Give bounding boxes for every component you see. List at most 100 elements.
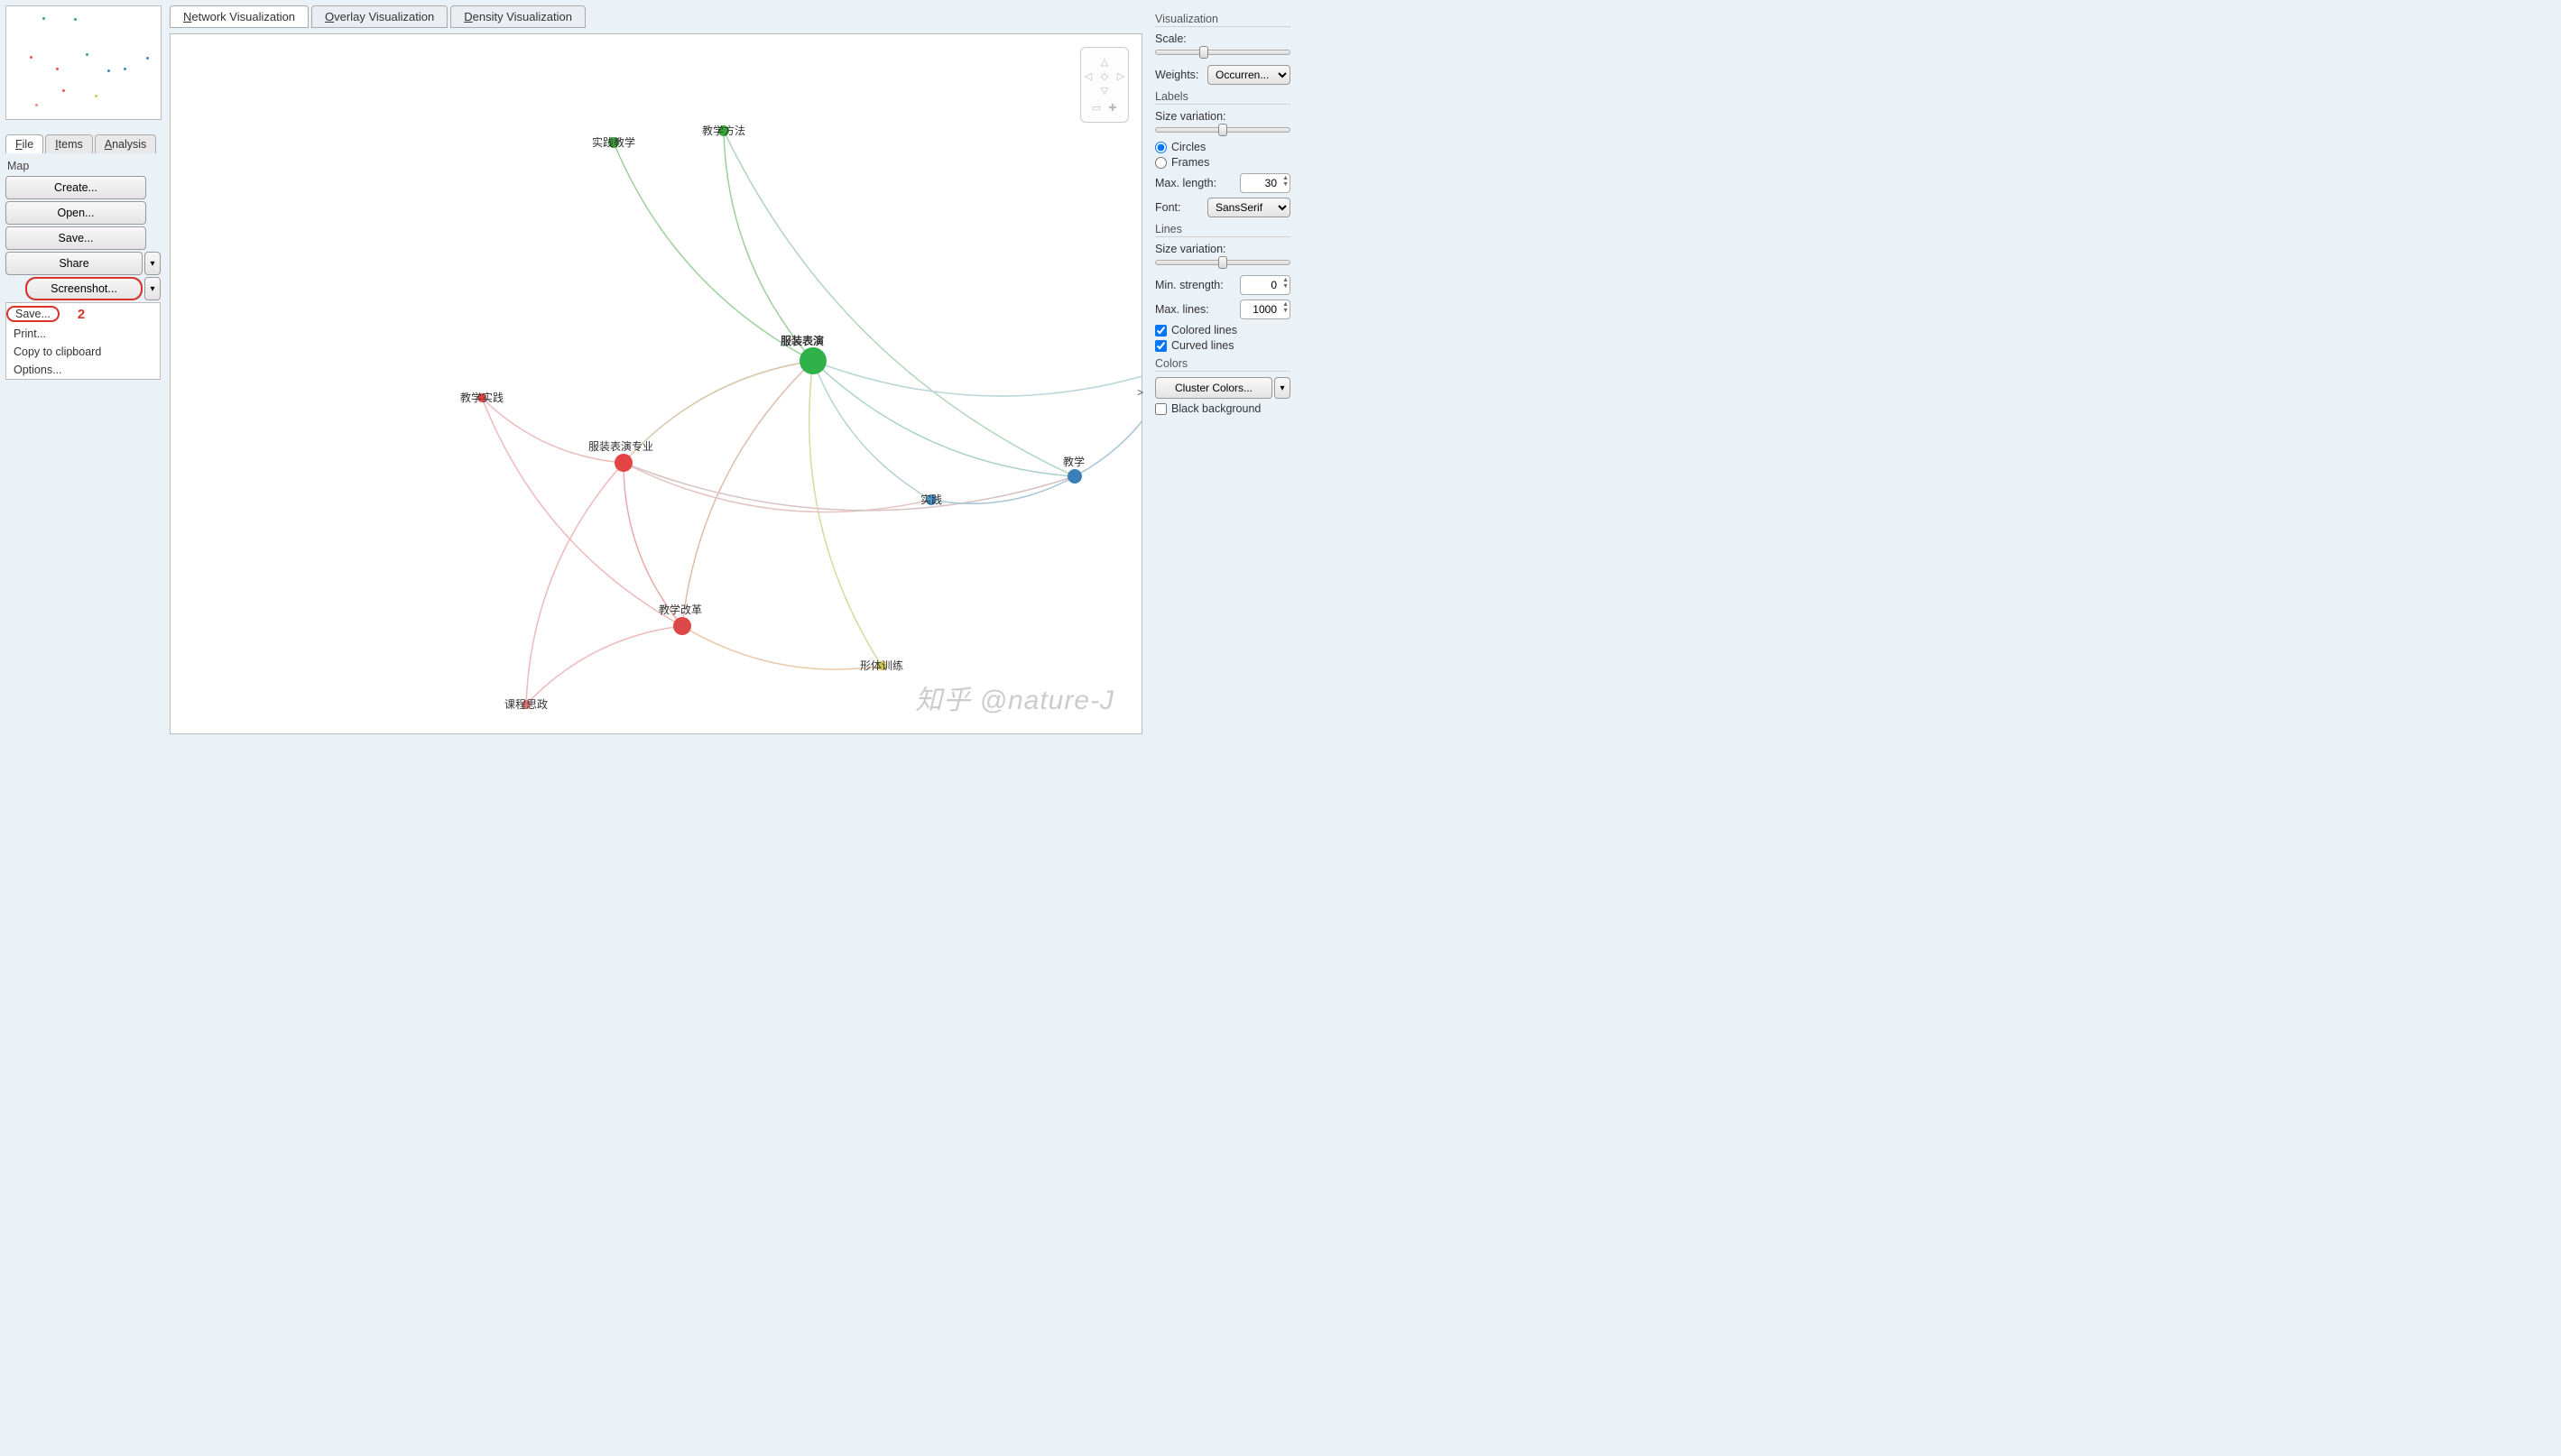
cluster-colors-dropdown[interactable]: ▾ (1274, 377, 1290, 399)
tab-overlay-visualization[interactable]: Overlay Visualization (311, 5, 448, 28)
scale-label: Scale: (1155, 32, 1290, 45)
colored-lines-label: Colored lines (1171, 324, 1237, 336)
graph-edge (526, 626, 682, 705)
network-canvas[interactable]: 实践教学教学方法服装表演教学实践服装表演专业实践教学模特教学改革形体训练课程思政… (170, 33, 1142, 734)
graph-edge (813, 361, 931, 500)
visualization-tabs: Network Visualization Overlay Visualizat… (170, 5, 1142, 28)
create-button[interactable]: Create... (5, 176, 146, 199)
colors-section-title: Colors (1155, 357, 1290, 372)
zoom-out-icon[interactable]: ▭ (1089, 101, 1104, 115)
max-length-label: Max. length: (1155, 177, 1216, 189)
panel-expand-handle[interactable]: > (1137, 386, 1143, 399)
screenshot-button-label: Screenshot... (51, 282, 117, 295)
menu-item-print[interactable]: Print... (6, 325, 160, 343)
labels-size-variation-label: Size variation: (1155, 110, 1290, 123)
circles-radio[interactable] (1155, 142, 1167, 153)
share-dropdown-button[interactable]: ▾ (144, 252, 161, 275)
graph-edge (482, 398, 682, 626)
visualization-section-title: Visualization (1155, 13, 1290, 27)
right-panel: Visualization Scale: Weights: Occurren..… (1146, 0, 1299, 740)
screenshot-button[interactable]: Screenshot... (25, 277, 143, 300)
watermark: 知乎 @nature-J (915, 677, 1114, 717)
share-button[interactable]: Share (5, 252, 143, 275)
curved-lines-label: Curved lines (1171, 339, 1234, 352)
network-graph: 实践教学教学方法服装表演教学实践服装表演专业实践教学模特教学改革形体训练课程思政 (171, 34, 1142, 733)
tab-items[interactable]: Items (45, 134, 93, 153)
menu-item-options[interactable]: Options... (6, 361, 160, 379)
colored-lines-checkbox[interactable] (1155, 325, 1167, 336)
stepper-icon[interactable]: ▲▼ (1282, 301, 1289, 314)
graph-edge (813, 361, 1142, 396)
circles-label: Circles (1171, 141, 1206, 153)
tab-network-visualization[interactable]: Network Visualization (170, 5, 309, 28)
graph-node-label: 服装表演 (781, 334, 824, 347)
menu-item-save[interactable]: Save... 2 (6, 303, 160, 325)
labels-size-slider[interactable] (1155, 127, 1290, 133)
save-button[interactable]: Save... (5, 226, 146, 250)
graph-node[interactable] (673, 617, 691, 635)
frames-radio[interactable] (1155, 157, 1167, 169)
nav-up-icon[interactable]: △ (1097, 55, 1112, 69)
tab-file[interactable]: File (5, 134, 43, 153)
center-panel: Network Visualization Overlay Visualizat… (166, 0, 1146, 740)
tab-density-visualization[interactable]: Density Visualization (450, 5, 586, 28)
weights-label: Weights: (1155, 69, 1198, 81)
black-background-checkbox[interactable] (1155, 403, 1167, 415)
graph-edge (614, 143, 813, 361)
curved-lines-checkbox[interactable] (1155, 340, 1167, 352)
tab-analysis[interactable]: Analysis (95, 134, 157, 153)
map-section-label: Map (7, 160, 161, 172)
annotation-2: 2 (78, 307, 85, 322)
graph-edge (813, 361, 1075, 476)
graph-edge (682, 626, 882, 669)
graph-node-label: 服装表演专业 (588, 439, 653, 453)
graph-node-label: 实践 (920, 493, 942, 506)
graph-node[interactable] (1068, 469, 1082, 484)
nav-down-icon[interactable]: ▽ (1097, 84, 1112, 98)
graph-edge (526, 463, 624, 705)
graph-node-label: 教学改革 (659, 603, 702, 616)
graph-node[interactable] (800, 347, 827, 374)
graph-node[interactable] (615, 454, 633, 472)
stepper-icon[interactable]: ▲▼ (1282, 277, 1289, 290)
left-tabs: File Items Analysis (5, 134, 161, 153)
font-select[interactable]: SansSerif (1207, 198, 1290, 217)
lines-size-slider[interactable] (1155, 260, 1290, 265)
frames-label: Frames (1171, 156, 1209, 169)
min-strength-label: Min. strength: (1155, 279, 1224, 291)
graph-edge (724, 131, 813, 361)
graph-edge (482, 398, 624, 463)
graph-node-label: 形体训练 (860, 659, 903, 672)
labels-section-title: Labels (1155, 90, 1290, 105)
zoom-in-icon[interactable]: ✚ (1105, 101, 1120, 115)
cluster-colors-button[interactable]: Cluster Colors... (1155, 377, 1272, 399)
graph-edge (809, 361, 882, 666)
weights-select[interactable]: Occurren... (1207, 65, 1290, 85)
nav-left-icon[interactable]: ◁ (1081, 69, 1096, 84)
open-button[interactable]: Open... (5, 201, 146, 225)
preview-thumbnail (5, 5, 162, 120)
menu-item-copy[interactable]: Copy to clipboard (6, 343, 160, 361)
nav-center-icon[interactable]: ◇ (1097, 69, 1112, 84)
nav-right-icon[interactable]: ▷ (1114, 69, 1128, 84)
graph-edge (624, 463, 1075, 511)
graph-node-label: 教学实践 (460, 391, 504, 404)
stepper-icon[interactable]: ▲▼ (1282, 175, 1289, 188)
screenshot-menu: Save... 2 Print... Copy to clipboard Opt… (5, 302, 161, 380)
graph-edge (931, 476, 1075, 503)
graph-node-label: 实践教学 (592, 135, 635, 149)
scale-slider[interactable] (1155, 50, 1290, 55)
black-background-label: Black background (1171, 402, 1261, 415)
font-label: Font: (1155, 201, 1181, 214)
graph-edge (1075, 366, 1142, 476)
screenshot-dropdown-button[interactable]: ▾ (144, 277, 161, 300)
lines-section-title: Lines (1155, 223, 1290, 237)
left-panel: File Items Analysis Map Create... Open..… (0, 0, 166, 740)
lines-size-variation-label: Size variation: (1155, 243, 1290, 255)
graph-node-label: 教学 (1063, 455, 1085, 468)
graph-node-label: 教学方法 (702, 124, 745, 137)
graph-node-label: 课程思政 (504, 697, 548, 711)
max-lines-label: Max. lines: (1155, 303, 1209, 316)
graph-edge (624, 463, 682, 626)
navigation-widget: △ ◁ ◇ ▷ ▽ ▭ ✚ (1080, 47, 1129, 123)
